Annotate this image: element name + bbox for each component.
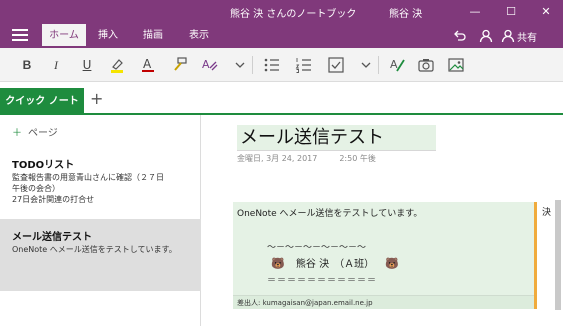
page-item-snippet: OneNote へメール送信をテストしています。 bbox=[12, 245, 177, 254]
numbered-list-icon[interactable] bbox=[294, 56, 314, 74]
chevron-down-icon[interactable] bbox=[356, 56, 376, 74]
add-page-button[interactable]: ＋ ページ bbox=[12, 124, 58, 139]
section-tab-bar: クイック ノート + bbox=[0, 82, 563, 115]
page-item-snippet: 27日会計関連の打合せ bbox=[12, 195, 95, 204]
email-from-line[interactable]: 差出人: kumagaisan@japan.email.ne.jp bbox=[233, 295, 534, 309]
bold-button[interactable]: B bbox=[17, 56, 37, 74]
note-text-line[interactable]: OneNote へメール送信をテストしています。 bbox=[237, 206, 422, 219]
section-tab-quick-notes[interactable]: クイック ノート bbox=[0, 88, 84, 115]
page-item-snippet: 午後の会合） bbox=[12, 184, 60, 193]
page-title[interactable]: メール送信テスト bbox=[237, 125, 436, 150]
page-list-item-todo[interactable]: TODOリスト 監査報告書の用意青山さんに確認（２７日 午後の会合） 27日会計… bbox=[0, 153, 201, 208]
chevron-down-icon[interactable] bbox=[230, 56, 250, 74]
toolbar-divider bbox=[378, 56, 379, 74]
tab-home[interactable]: ホーム bbox=[42, 24, 86, 48]
bullet-list-icon[interactable] bbox=[262, 56, 282, 74]
close-button[interactable]: ✕ bbox=[529, 0, 563, 24]
page-time: 2:50 午後 bbox=[339, 154, 376, 163]
note-decoration-line[interactable]: ＝＝＝＝＝＝＝＝＝＝＝ bbox=[267, 273, 377, 286]
page-list-item-mail-test[interactable]: メール送信テスト OneNote へメール送信をテストしています。 bbox=[0, 219, 201, 291]
format-painter-icon[interactable] bbox=[169, 56, 189, 74]
add-page-label: ページ bbox=[28, 128, 58, 139]
font-color-button[interactable]: A bbox=[138, 56, 158, 74]
ink-icon[interactable]: A bbox=[388, 56, 408, 74]
page-item-title: TODOリスト bbox=[12, 160, 75, 171]
title-bar: 熊谷 決 さんのノートブック 熊谷 決 — ☐ ✕ bbox=[0, 0, 563, 24]
vertical-scrollbar[interactable] bbox=[555, 200, 561, 310]
note-container[interactable]: OneNote へメール送信をテストしています。 ～－～－～－～－～－～ 🐻 熊… bbox=[233, 202, 537, 309]
tab-draw[interactable]: 描画 bbox=[131, 24, 175, 48]
formatting-toolbar: B I U A A A bbox=[0, 48, 563, 82]
highlighter-icon[interactable] bbox=[107, 56, 127, 74]
add-section-button[interactable]: + bbox=[90, 89, 103, 108]
font-color-glyph: A bbox=[143, 57, 152, 71]
hamburger-menu-icon[interactable] bbox=[12, 29, 28, 43]
toolbar-divider bbox=[252, 56, 253, 74]
title-underline bbox=[237, 150, 436, 151]
camera-icon[interactable] bbox=[416, 56, 436, 74]
share-button[interactable]: 共有 bbox=[517, 29, 537, 44]
bear-emoji-icon: 🐻 bbox=[271, 257, 285, 270]
note-decoration-line[interactable]: ～－～－～－～－～－～ bbox=[267, 240, 366, 253]
maximize-button[interactable]: ☐ bbox=[494, 0, 528, 24]
page-item-snippet: 監査報告書の用意青山さんに確認（２７日 bbox=[12, 173, 164, 182]
share-person-icon[interactable] bbox=[500, 28, 516, 44]
tab-insert[interactable]: 挿入 bbox=[88, 24, 128, 48]
tab-view[interactable]: 表示 bbox=[177, 24, 221, 48]
plus-icon: ＋ bbox=[12, 128, 22, 139]
page-list: ＋ ページ TODOリスト 監査報告書の用意青山さんに確認（２７日 午後の会合） … bbox=[0, 115, 201, 326]
account-icon[interactable] bbox=[478, 28, 494, 44]
underline-button[interactable]: U bbox=[77, 56, 97, 74]
svg-text:A: A bbox=[390, 58, 398, 71]
minimize-button[interactable]: — bbox=[458, 0, 492, 24]
svg-text:A: A bbox=[202, 58, 210, 71]
signature-name: 熊谷 決 （Ａ班） bbox=[295, 259, 375, 270]
page-item-title: メール送信テスト bbox=[12, 232, 92, 243]
page-canvas[interactable]: メール送信テスト 金曜日, 3月 24, 2017 2:50 午後 OneNote… bbox=[202, 115, 563, 326]
page-date-time: 金曜日, 3月 24, 2017 2:50 午後 bbox=[237, 153, 376, 164]
bear-emoji-icon: 🐻 bbox=[385, 257, 399, 270]
checkbox-tag-icon[interactable] bbox=[326, 56, 346, 74]
user-name[interactable]: 熊谷 決 bbox=[389, 5, 422, 20]
page-date: 金曜日, 3月 24, 2017 bbox=[237, 154, 318, 163]
undo-icon[interactable] bbox=[452, 28, 468, 44]
picture-icon[interactable] bbox=[446, 56, 466, 74]
ribbon-tab-bar: ホーム 挿入 描画 表示 共有 bbox=[0, 24, 563, 48]
italic-button[interactable]: I bbox=[46, 56, 66, 74]
clear-formatting-icon[interactable]: A bbox=[200, 56, 220, 74]
signature-line[interactable]: 🐻 熊谷 決 （Ａ班） 🐻 bbox=[271, 255, 399, 270]
notebook-title: 熊谷 決 さんのノートブック bbox=[230, 9, 357, 20]
overflow-text-fragment: 決 bbox=[542, 208, 552, 218]
